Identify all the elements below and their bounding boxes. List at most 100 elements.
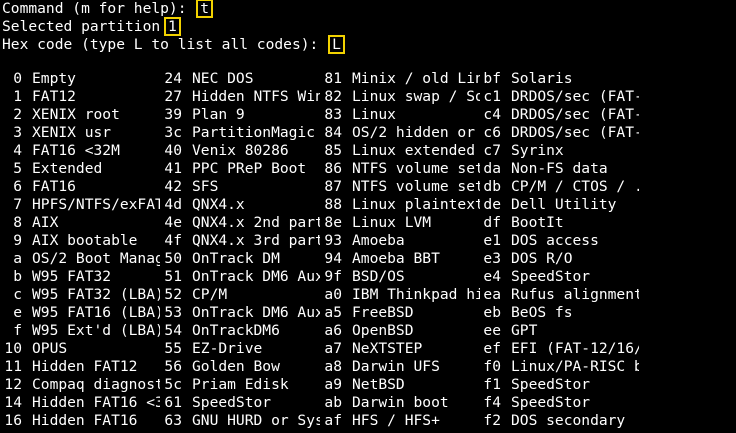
partition-type-code: b [13, 268, 22, 285]
partition-type-code: 4e [164, 214, 182, 231]
selected-partition-line: Selected partition 1 [2, 17, 181, 36]
partition-type-code: 5 [13, 160, 22, 177]
partition-type-row: b W95 FAT32 51 OnTrack DM6 Aux 9f BSD/OS e4 Spe… [2, 268, 736, 286]
partition-type-code: e1 [483, 232, 501, 249]
partition-type-name: HPFS/NTFS/exFAT [32, 196, 160, 213]
partition-type-name: QNX4.x [192, 196, 245, 213]
partition-type-name: CP/M [192, 286, 228, 303]
hex-code-prompt-line: Hex code (type L to list all codes): L [2, 35, 345, 54]
partition-type-name: DOS secondary [511, 412, 626, 429]
partition-type-name: Dell Utility [511, 196, 617, 213]
partition-type-code: 51 [164, 268, 182, 285]
partition-type-row: 2 XENIX root 39 Plan 9 83 Linux c4 DRDOS/sec (F… [2, 106, 736, 124]
hex-code-prompt-text: Hex code (type L to list all codes): [2, 36, 328, 53]
partition-type-code: 3 [13, 124, 22, 141]
partition-type-code: 16 [4, 412, 22, 429]
partition-type-name: Extended [32, 160, 103, 177]
partition-type-name: IBM Thinkpad hi [352, 286, 480, 303]
partition-type-code: a7 [324, 340, 342, 357]
partition-type-code: 9f [324, 268, 342, 285]
partition-type-code: a0 [324, 286, 342, 303]
partition-type-name: Darwin boot [352, 394, 449, 411]
partition-type-code: 54 [164, 322, 182, 339]
partition-type-code: 93 [324, 232, 342, 249]
partition-type-code: e3 [483, 250, 501, 267]
partition-type-name: Linux swap / So [352, 88, 480, 105]
partition-type-code: 52 [164, 286, 182, 303]
partition-type-code: e4 [483, 268, 501, 285]
partition-type-row: f W95 Ext'd (LBA) 54 OnTrackDM6 a6 OpenBSD ee G… [2, 322, 736, 340]
partition-type-name: PPC PReP Boot [192, 160, 307, 177]
partition-type-code: 81 [324, 70, 342, 87]
partition-type-name: Linux plaintext [352, 196, 480, 213]
command-input-highlighted[interactable]: t [196, 0, 214, 18]
hex-code-input-highlighted[interactable]: L [328, 35, 345, 54]
partition-type-name: OnTrack DM6 Aux [192, 304, 320, 321]
partition-type-code: 83 [324, 106, 342, 123]
partition-type-name: Minix / old Lin [352, 70, 480, 87]
partition-type-name: EFI (FAT-12/16/ [511, 340, 639, 357]
partition-type-row: 0 Empty 24 NEC DOS 81 Minix / old Lin bf Solari… [2, 70, 736, 88]
partition-type-name: Plan 9 [192, 106, 245, 123]
partition-type-code: 55 [164, 340, 182, 357]
partition-number-highlighted[interactable]: 1 [163, 17, 181, 36]
partition-type-name: DOS access [511, 232, 599, 249]
selected-partition-text: Selected partition [2, 18, 169, 35]
partition-type-name: Golden Bow [192, 358, 280, 375]
partition-type-name: Venix 80286 [192, 142, 289, 159]
partition-type-name: GNU HURD or Sys [192, 412, 320, 429]
partition-type-name: Non-FS data [511, 160, 608, 177]
partition-type-code: f1 [483, 376, 501, 393]
partition-type-name: DRDOS/sec (FAT- [511, 88, 639, 105]
partition-type-row: 5 Extended 41 PPC PReP Boot 86 NTFS volume se… [2, 160, 736, 178]
partition-type-name: DRDOS/sec (FAT- [511, 106, 639, 123]
partition-type-code: 24 [164, 70, 182, 87]
partition-type-name: SpeedStor [192, 394, 272, 411]
partition-type-name: FAT12 [32, 88, 76, 105]
partition-type-name: Priam Edisk [192, 376, 289, 393]
partition-type-name: BeOS fs [511, 304, 573, 321]
partition-type-name: OnTrackDM6 [192, 322, 280, 339]
partition-type-code: bf [483, 70, 501, 87]
partition-type-name: Amoeba BBT [352, 250, 440, 267]
partition-type-code: a6 [324, 322, 342, 339]
partition-type-code: ef [483, 340, 501, 357]
partition-type-name: CP/M / CTOS / . [511, 178, 639, 195]
partition-type-name: W95 FAT16 (LBA) [32, 304, 160, 321]
partition-type-name: XENIX usr [32, 124, 112, 141]
partition-type-row: 9 AIX bootable 4f QNX4.x 3rd part 93 Amoeba e1… [2, 232, 736, 250]
partition-type-row: c W95 FAT32 (LBA) 52 CP/M a0 IBM Thinkpad hi e… [2, 286, 736, 304]
partition-type-code: ab [324, 394, 342, 411]
partition-type-code: 86 [324, 160, 342, 177]
partition-type-code: 5c [164, 376, 182, 393]
partition-type-name: XENIX root [32, 106, 120, 123]
partition-type-name: EZ-Drive [192, 340, 263, 357]
partition-type-row: 6 FAT16 42 SFS 87 NTFS volume set db CP/M / CTO… [2, 178, 736, 196]
partition-type-code: 41 [164, 160, 182, 177]
partition-type-code: 56 [164, 358, 182, 375]
partition-type-code: 82 [324, 88, 342, 105]
partition-type-name: AIX [32, 214, 59, 231]
partition-type-name: OnTrack DM [192, 250, 280, 267]
command-prompt-text: Command (m for help): [2, 0, 196, 17]
partition-type-row: 12 Compaq diagnost 5c Priam Edisk a9 NetBSD f1… [2, 376, 736, 394]
partition-type-name: FAT16 [32, 178, 76, 195]
partition-type-code: 9 [13, 232, 22, 249]
partition-type-code: 27 [164, 88, 182, 105]
partition-type-code: 3c [164, 124, 182, 141]
command-prompt-line: Command (m for help): t [2, 0, 214, 18]
partition-type-code: f2 [483, 412, 501, 429]
partition-type-name: NetBSD [352, 376, 405, 393]
partition-type-code: 61 [164, 394, 182, 411]
partition-type-code: da [483, 160, 501, 177]
terminal-window[interactable]: Command (m for help): t Selected partiti… [2, 0, 736, 433]
partition-type-code: f0 [483, 358, 501, 375]
partition-type-code: 10 [4, 340, 22, 357]
partition-type-code: c6 [483, 124, 501, 141]
partition-type-code: 14 [4, 394, 22, 411]
partition-type-code: 8e [324, 214, 342, 231]
partition-type-row: 1 FAT12 27 Hidden NTFS Win 82 Linux swap / So… [2, 88, 736, 106]
partition-type-name: Compaq diagnost [32, 376, 160, 393]
partition-type-row: 11 Hidden FAT12 56 Golden Bow a8 Darwin UFS f0… [2, 358, 736, 376]
partition-type-name: Empty [32, 70, 76, 87]
